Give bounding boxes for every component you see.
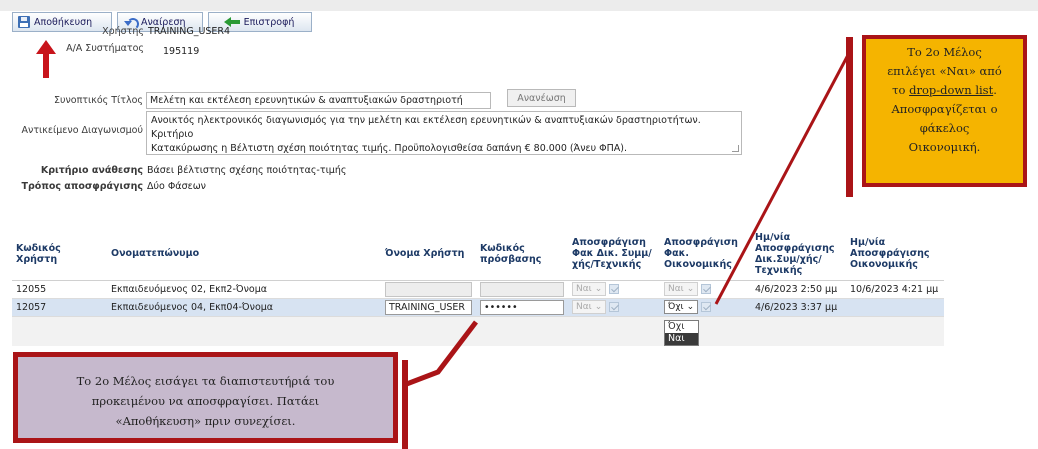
callout-right-line-4: Αποσφραγίζεται ο — [891, 102, 998, 116]
callout-bracket-left — [402, 360, 408, 449]
callout-left-line-2: προκειμένου να αποσφραγίσει. Πατάει — [91, 394, 320, 408]
callout-note-left: Το 2ο Μέλος εισάγει τα διαπιστευτήριά το… — [13, 352, 398, 443]
callout-right-line-3-pre: το — [892, 83, 910, 97]
callout-right-line-3: το drop-down list. — [866, 81, 1023, 100]
callout-right-line-1: Το 2ο Μέλος — [907, 45, 982, 59]
callout-right-link: drop-down list — [909, 83, 994, 97]
callout-note-right: Το 2ο Μέλος επιλέγει «Ναι» από το drop-d… — [862, 35, 1027, 187]
callout-bracket-right — [846, 37, 853, 197]
callout-right-line-2: επιλέγει «Ναι» από — [887, 64, 1002, 78]
callout-right-line-6: Οικονομική. — [908, 140, 981, 154]
callout-left-line-3: «Αποθήκευση» πριν συνεχίσει. — [115, 414, 296, 428]
callout-right-line-5: φάκελος — [919, 121, 970, 135]
callout-right-line-3-post: . — [993, 83, 997, 97]
callout-left-line-1: Το 2ο Μέλος εισάγει τα διαπιστευτήριά το… — [76, 374, 335, 388]
